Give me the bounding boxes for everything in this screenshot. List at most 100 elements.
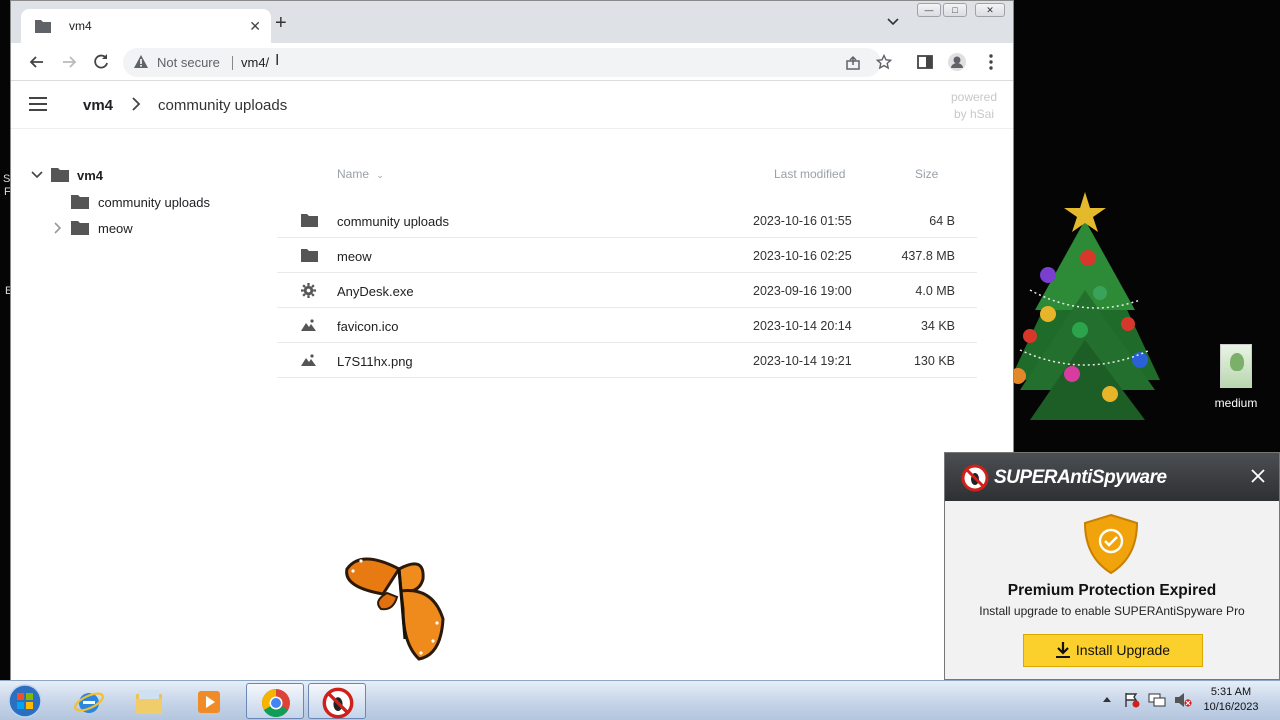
tree-label: community uploads xyxy=(98,195,210,210)
chevron-right-icon xyxy=(132,97,141,111)
folder-icon xyxy=(71,195,89,209)
chrome-icon xyxy=(262,689,290,717)
powered-line: powered xyxy=(950,90,997,104)
gear-icon xyxy=(301,283,316,298)
file-name[interactable]: favicon.ico xyxy=(337,319,398,334)
side-panel-icon[interactable] xyxy=(915,52,935,72)
breadcrumb-root[interactable]: vm4 xyxy=(83,97,113,114)
new-tab-button[interactable]: + xyxy=(275,13,287,33)
folder-icon xyxy=(301,249,318,262)
tab-title: vm4 xyxy=(69,19,92,33)
tab-strip: vm4 ✕ + — □ ✕ xyxy=(11,1,1013,43)
file-size: 437.8 MB xyxy=(901,249,955,263)
desktop-icon-label: medium xyxy=(1214,396,1258,410)
clock-date: 10/16/2023 xyxy=(1203,701,1259,713)
column-label: Name xyxy=(337,167,370,181)
browser-tab[interactable]: vm4 ✕ xyxy=(21,9,271,43)
folder-icon xyxy=(136,690,162,714)
no-bug-logo-icon xyxy=(322,687,354,719)
browser-window: vm4 ✕ + — □ ✕ Not secure vm4/ I vm4 comm… xyxy=(10,0,1014,681)
file-modified: 2023-10-14 20:14 xyxy=(753,319,852,333)
file-size: 34 KB xyxy=(920,319,955,333)
folder-icon xyxy=(35,20,51,33)
profile-icon[interactable] xyxy=(947,52,967,72)
install-button-label: Install Upgrade xyxy=(1075,642,1171,658)
taskbar-superantispyware[interactable] xyxy=(308,683,366,719)
desktop-icon-medium[interactable]: medium xyxy=(1208,344,1264,410)
file-name[interactable]: AnyDesk.exe xyxy=(337,284,414,299)
close-tab-icon[interactable]: ✕ xyxy=(249,18,261,35)
maximize-button[interactable]: □ xyxy=(943,3,967,17)
table-header: Name ⌄ Last modified Size xyxy=(277,161,977,201)
folder-icon xyxy=(51,168,69,182)
file-size: 4.0 MB xyxy=(915,284,955,298)
media-player-icon xyxy=(198,691,220,713)
taskbar-media-player[interactable] xyxy=(180,683,238,719)
forward-icon[interactable] xyxy=(59,52,79,72)
sort-chevron-icon: ⌄ xyxy=(376,170,384,180)
browser-toolbar: Not secure vm4/ I xyxy=(11,43,1013,81)
minimize-button[interactable]: — xyxy=(917,3,941,17)
reload-icon[interactable] xyxy=(91,52,111,72)
file-size: 130 KB xyxy=(913,354,955,368)
star-icon[interactable] xyxy=(876,54,892,70)
file-size: 64 B xyxy=(929,214,955,228)
page-content: vm4 community uploads powered by hSai vm… xyxy=(11,81,1013,681)
popup-subtitle: Install upgrade to enable SUPERAntiSpywa… xyxy=(979,604,1245,618)
back-icon[interactable] xyxy=(27,52,47,72)
no-bug-logo-icon xyxy=(961,464,989,492)
network-icon[interactable] xyxy=(1148,692,1166,708)
start-button[interactable] xyxy=(6,683,44,719)
taskbar-internet-explorer[interactable] xyxy=(60,683,118,719)
column-header-modified[interactable]: Last modified xyxy=(774,167,845,181)
butterfly-image xyxy=(345,557,445,661)
table-row[interactable]: community uploads 2023-10-16 01:55 64 B xyxy=(277,203,977,238)
page-header: vm4 community uploads powered by hSai xyxy=(11,81,1013,129)
powered-by-label[interactable]: powered by hSai xyxy=(951,89,997,123)
url-text[interactable]: vm4/ xyxy=(241,55,269,70)
chevron-down-icon[interactable] xyxy=(887,18,899,26)
install-upgrade-button[interactable]: Install Upgrade xyxy=(1023,634,1203,667)
taskbar-chrome[interactable] xyxy=(246,683,304,719)
file-name[interactable]: L7S11hx.png xyxy=(337,354,413,369)
folder-icon xyxy=(71,221,89,235)
close-icon[interactable] xyxy=(1251,469,1265,483)
christmas-tree-widget xyxy=(990,190,1170,430)
table-row[interactable]: favicon.ico 2023-10-14 20:14 34 KB xyxy=(277,308,977,343)
show-hidden-icons-icon[interactable] xyxy=(1102,695,1112,703)
table-row[interactable]: L7S11hx.png 2023-10-14 19:21 130 KB xyxy=(277,343,977,378)
table-row[interactable]: meow 2023-10-16 02:25 437.8 MB xyxy=(277,238,977,273)
close-window-button[interactable]: ✕ xyxy=(975,3,1005,17)
volume-muted-icon[interactable] xyxy=(1174,692,1192,708)
file-name[interactable]: community uploads xyxy=(337,214,449,229)
action-center-icon[interactable] xyxy=(1124,692,1140,708)
hamburger-menu-icon[interactable] xyxy=(29,97,47,111)
caret-right-icon[interactable] xyxy=(54,222,62,234)
address-bar[interactable]: Not secure vm4/ I xyxy=(123,48,892,77)
warning-icon[interactable] xyxy=(133,54,149,69)
download-icon xyxy=(1055,642,1070,658)
column-header-size[interactable]: Size xyxy=(915,167,938,181)
caret-down-icon[interactable] xyxy=(31,171,43,179)
table-row[interactable]: AnyDesk.exe 2023-09-16 19:00 4.0 MB xyxy=(277,273,977,308)
column-header-name[interactable]: Name ⌄ xyxy=(337,167,384,181)
antispyware-popup: SUPERAntiSpyware Premium Protection Expi… xyxy=(944,452,1280,680)
file-name[interactable]: meow xyxy=(337,249,372,264)
powered-line: by hSai xyxy=(953,107,994,121)
image-file-icon xyxy=(1220,344,1252,388)
text-cursor-icon: I xyxy=(275,52,280,69)
share-icon[interactable] xyxy=(845,55,861,71)
security-label[interactable]: Not secure xyxy=(157,55,220,70)
taskbar-file-explorer[interactable] xyxy=(120,683,178,719)
kebab-menu-icon[interactable] xyxy=(981,52,1001,72)
image-icon xyxy=(301,319,316,331)
shield-check-icon xyxy=(1083,513,1139,575)
taskbar: 5:31 AM 10/16/2023 xyxy=(0,680,1280,720)
internet-explorer-icon xyxy=(74,692,104,713)
image-icon xyxy=(301,354,316,366)
system-clock[interactable]: 5:31 AM 10/16/2023 xyxy=(1196,685,1266,715)
breadcrumb-current[interactable]: community uploads xyxy=(158,97,287,114)
clock-time: 5:31 AM xyxy=(1210,686,1252,698)
file-modified: 2023-09-16 19:00 xyxy=(753,284,852,298)
folder-icon xyxy=(301,214,318,227)
